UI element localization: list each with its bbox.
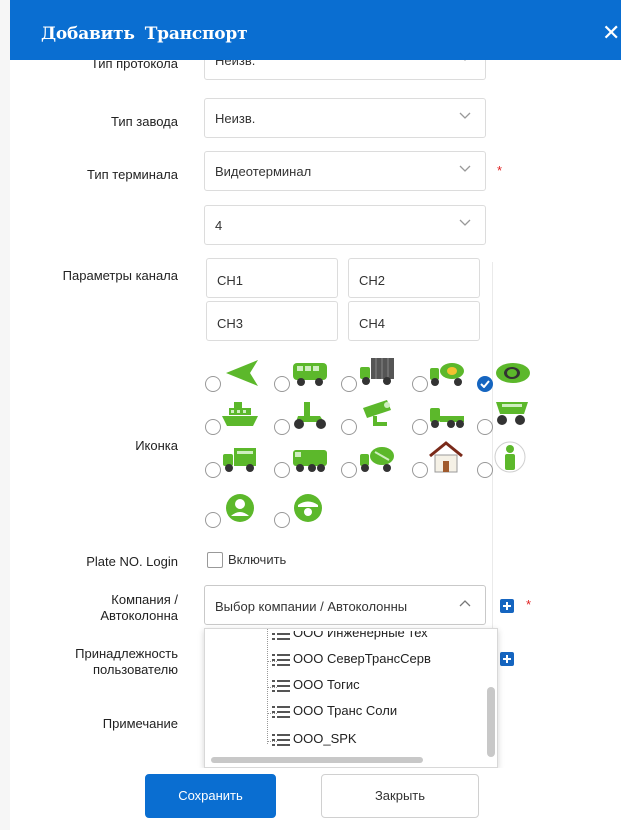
note-label: Примечание bbox=[102, 716, 178, 731]
icon-radio-mixer-truck[interactable] bbox=[341, 462, 357, 478]
dialog-footer: Сохранить Закрыть bbox=[10, 768, 621, 830]
cargo-truck-icon bbox=[360, 358, 394, 385]
icon-radio-box-truck[interactable] bbox=[205, 462, 221, 478]
icon-radio-tow-truck[interactable] bbox=[412, 419, 428, 435]
plate-login-checkbox-label: Включить bbox=[228, 552, 287, 567]
company-label-line1: Компания / bbox=[111, 592, 178, 607]
user-ownership-label: Принадлежность пользователю bbox=[40, 646, 178, 678]
dropdown-item-label: ООО_SPK bbox=[293, 731, 357, 746]
person-icon bbox=[494, 441, 526, 473]
icon-radio-tanker-truck[interactable] bbox=[412, 376, 428, 392]
channel-name: CH4 bbox=[359, 316, 386, 331]
close-button[interactable]: Закрыть bbox=[321, 774, 479, 818]
dump-truck-icon bbox=[496, 402, 528, 425]
factory-type-value: Неизв. bbox=[215, 111, 256, 126]
icon-radio-camera[interactable] bbox=[341, 419, 357, 435]
dropdown-item[interactable]: ООО_SPK bbox=[269, 731, 357, 747]
chevron-up-icon bbox=[459, 600, 471, 607]
terminal-type-value: Видеотерминал bbox=[215, 164, 312, 179]
icon-radio-car[interactable] bbox=[477, 376, 493, 392]
chevron-down-icon bbox=[459, 165, 471, 172]
save-button[interactable]: Сохранить bbox=[145, 774, 276, 818]
box-truck-icon bbox=[223, 448, 256, 472]
close-icon[interactable]: ✕ bbox=[602, 22, 620, 44]
captain-icon bbox=[294, 494, 322, 522]
plate-login-label: Plate NO. Login bbox=[86, 554, 178, 569]
required-marker: * bbox=[526, 597, 532, 612]
channel-name: CH3 bbox=[217, 316, 244, 331]
company-select-placeholder: Выбор компании / Автоколонны bbox=[215, 599, 408, 614]
company-dropdown: ООО Инженерные тех ООО СеверТрансСерв ОО… bbox=[204, 628, 498, 768]
ownership-label-line1: Принадлежность bbox=[75, 646, 178, 661]
arrow-icon bbox=[226, 360, 258, 386]
house-icon bbox=[429, 441, 463, 473]
add-vehicle-dialog: Добавить Транспорт ✕ Тип протокола Неизв.… bbox=[10, 0, 621, 830]
dialog-titlebar: Добавить Транспорт ✕ bbox=[10, 0, 621, 60]
dropdown-item-label: ООО Тогис bbox=[293, 677, 360, 692]
list-icon bbox=[272, 733, 290, 746]
channel-field-ch3[interactable]: CH3 bbox=[206, 301, 338, 341]
icon-radio-arrow[interactable] bbox=[205, 376, 221, 392]
icon-radio-dump-truck[interactable] bbox=[477, 419, 493, 435]
icon-radio-bus[interactable] bbox=[274, 376, 290, 392]
mixer-truck-icon bbox=[360, 447, 394, 472]
chevron-down-icon bbox=[459, 219, 471, 226]
channel-name: CH1 bbox=[217, 273, 244, 288]
channel-name: CH2 bbox=[359, 273, 386, 288]
bus-icon bbox=[293, 363, 327, 386]
required-marker: * bbox=[497, 163, 503, 178]
icon-radio-scooter[interactable] bbox=[274, 419, 290, 435]
dialog-title: Добавить Транспорт bbox=[41, 24, 248, 44]
factory-type-label: Тип завода bbox=[111, 114, 178, 129]
company-select[interactable]: Выбор компании / Автоколонны bbox=[204, 585, 486, 625]
icon-radio-military-truck[interactable] bbox=[274, 462, 290, 478]
ownership-label-line2: пользователю bbox=[92, 662, 178, 677]
dropdown-item-label: ООО Транс Соли bbox=[293, 703, 398, 718]
add-user-button[interactable] bbox=[500, 652, 514, 666]
channel-field-ch1[interactable]: CH1 bbox=[206, 258, 338, 298]
icon-radio-cargo-truck[interactable] bbox=[341, 376, 357, 392]
dropdown-horizontal-scrollbar[interactable] bbox=[211, 757, 423, 763]
list-icon bbox=[272, 653, 290, 666]
company-label: Компания / Автоколонна bbox=[40, 592, 178, 624]
dropdown-item-label: ООО СеверТрансСерв bbox=[293, 651, 431, 666]
chevron-down-icon bbox=[459, 112, 471, 119]
icon-radio-driver[interactable] bbox=[205, 512, 221, 528]
icon-label: Иконка bbox=[135, 438, 178, 453]
dropdown-item[interactable]: ООО Инженерные тех bbox=[269, 628, 428, 641]
list-icon bbox=[272, 679, 290, 692]
dropdown-item[interactable]: ООО СеверТрансСерв bbox=[269, 651, 431, 667]
add-company-button[interactable] bbox=[500, 599, 514, 613]
camera-icon bbox=[363, 400, 391, 426]
car-icon bbox=[496, 363, 530, 383]
military-truck-icon bbox=[293, 450, 327, 472]
channel-count-select[interactable]: 4 bbox=[204, 205, 486, 245]
list-icon bbox=[272, 632, 290, 640]
ship-icon bbox=[222, 402, 258, 426]
dialog-title-entity: Транспорт bbox=[144, 24, 248, 44]
channel-params-label: Параметры канала bbox=[62, 268, 178, 283]
channel-field-ch4[interactable]: CH4 bbox=[348, 301, 480, 341]
channel-count-value: 4 bbox=[215, 218, 223, 233]
company-label-line2: Автоколонна bbox=[100, 608, 178, 623]
terminal-type-select[interactable]: Видеотерминал bbox=[204, 151, 486, 191]
dropdown-item[interactable]: ООО Транс Соли bbox=[269, 703, 397, 719]
driver-icon bbox=[226, 494, 254, 522]
icon-radio-ship[interactable] bbox=[205, 419, 221, 435]
tanker-truck-icon bbox=[430, 363, 464, 386]
terminal-type-label: Тип терминала bbox=[87, 167, 178, 182]
dropdown-item[interactable]: ООО Тогис bbox=[269, 677, 360, 693]
dropdown-vertical-scrollbar[interactable] bbox=[487, 687, 495, 757]
tow-truck-icon bbox=[430, 408, 464, 428]
list-icon bbox=[272, 705, 290, 718]
dropdown-item-label: ООО Инженерные тех bbox=[293, 628, 428, 640]
channel-field-ch2[interactable]: CH2 bbox=[348, 258, 480, 298]
scooter-icon bbox=[294, 402, 326, 429]
factory-type-select[interactable]: Неизв. bbox=[204, 98, 486, 138]
dialog-title-action: Добавить bbox=[41, 24, 135, 44]
plate-login-checkbox[interactable] bbox=[207, 552, 223, 568]
